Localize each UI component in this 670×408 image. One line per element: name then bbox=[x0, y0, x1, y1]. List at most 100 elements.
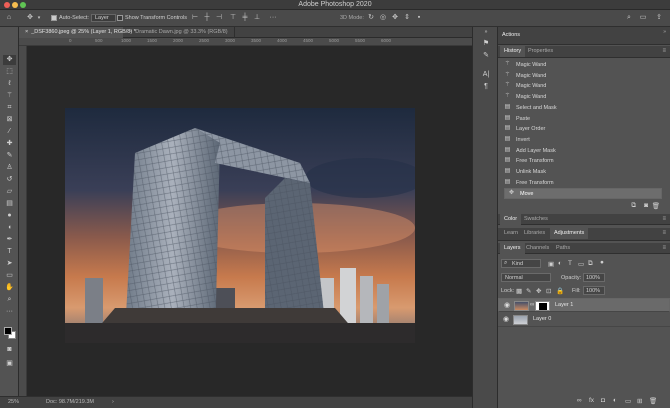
clone-stamp-tool-icon[interactable]: ♙ bbox=[3, 163, 16, 173]
filter-pixel-icon[interactable]: ▣ bbox=[548, 260, 554, 268]
quick-mask-icon[interactable]: ◙ bbox=[3, 345, 16, 355]
history-state[interactable]: ⚚ Magic Wand bbox=[504, 81, 662, 92]
panel-menu-icon[interactable]: ≡ bbox=[662, 216, 666, 222]
layer-thumbnail[interactable] bbox=[514, 301, 529, 311]
brush-settings-icon[interactable]: ✎ bbox=[481, 51, 491, 61]
history-state[interactable]: ▤ Add Layer Mask bbox=[504, 146, 662, 157]
document-image[interactable] bbox=[65, 108, 415, 343]
transform-controls-checkbox[interactable]: Show Transform Controls bbox=[117, 14, 187, 23]
status-menu-chevron-icon[interactable]: › bbox=[112, 399, 114, 405]
history-state[interactable]: ▤ Layer Order bbox=[504, 124, 662, 135]
pen-tool-icon[interactable]: ✒ bbox=[3, 235, 16, 245]
layer-name[interactable]: Layer 0 bbox=[533, 316, 551, 322]
panel-menu-icon[interactable]: ≡ bbox=[662, 230, 666, 236]
lock-transparent-icon[interactable]: ▩ bbox=[516, 287, 522, 295]
add-layer-style-button[interactable]: fx bbox=[589, 397, 594, 404]
rectangle-tool-icon[interactable]: ▭ bbox=[3, 271, 16, 281]
eraser-tool-icon[interactable]: ▱ bbox=[3, 187, 16, 197]
layer-mask-thumbnail[interactable] bbox=[535, 301, 550, 311]
rotate-3d-icon[interactable]: ↻ bbox=[366, 13, 376, 23]
snapshot-icon[interactable]: ◙ bbox=[644, 202, 648, 209]
history-state[interactable]: ▤ Invert bbox=[504, 135, 662, 146]
filter-smart-object-icon[interactable]: ⧉ bbox=[588, 260, 593, 268]
filter-type-icon[interactable]: T bbox=[568, 260, 572, 267]
document-tab[interactable]: × _DSF3860.jpeg @ 25% (Layer 1, RGB/8) * bbox=[19, 27, 136, 38]
auto-select-checkbox[interactable]: Auto-Select: bbox=[51, 14, 89, 23]
document-tab[interactable]: × Dramatic Dawn.jpg @ 33.3% (RGB/8) bbox=[123, 27, 235, 38]
tab-channels[interactable]: Channels bbox=[522, 243, 553, 254]
visibility-eye-icon[interactable]: ◉ bbox=[502, 316, 510, 324]
tab-paths[interactable]: Paths bbox=[552, 243, 574, 254]
panel-menu-icon[interactable]: ≡ bbox=[662, 48, 666, 54]
crop-tool-icon[interactable]: ⌗ bbox=[3, 103, 16, 113]
history-state[interactable]: ▤ Select and Mask bbox=[504, 103, 662, 114]
align-middle-icon[interactable]: ╪ bbox=[240, 13, 250, 23]
history-state[interactable]: ▤ Free Transform bbox=[504, 156, 662, 167]
lock-image-icon[interactable]: ✎ bbox=[526, 287, 531, 295]
more-tools-icon[interactable]: ··· bbox=[3, 307, 16, 317]
delete-layer-icon[interactable]: 🗑 bbox=[649, 397, 657, 405]
add-mask-icon[interactable]: ◘ bbox=[601, 397, 605, 404]
filter-shape-icon[interactable]: ▭ bbox=[578, 260, 584, 268]
delete-state-icon[interactable]: 🗑 bbox=[652, 202, 660, 210]
link-layers-icon[interactable]: ∞ bbox=[577, 397, 582, 404]
fill-input[interactable]: 100% bbox=[583, 286, 605, 295]
more-options-icon[interactable]: ··· bbox=[268, 13, 278, 23]
lock-all-icon[interactable]: 🔒 bbox=[556, 287, 564, 295]
layer-thumbnail[interactable] bbox=[513, 315, 528, 325]
blur-tool-icon[interactable]: ● bbox=[3, 211, 16, 221]
history-state[interactable]: ▤ Unlink Mask bbox=[504, 167, 662, 178]
collapse-chevron-icon[interactable]: » bbox=[663, 29, 666, 35]
align-center-icon[interactable]: ┼ bbox=[202, 13, 212, 23]
zoom-tool-icon[interactable]: ⌕ bbox=[3, 295, 16, 305]
search-icon[interactable]: ⌕ bbox=[624, 13, 634, 23]
history-state[interactable]: ⚚ Magic Wand bbox=[504, 71, 662, 82]
align-left-icon[interactable]: ⊢ bbox=[190, 13, 200, 23]
scale-3d-icon[interactable]: ▪ bbox=[414, 13, 424, 23]
history-panel-icon[interactable]: ⚑ bbox=[481, 39, 491, 49]
link-chain-icon[interactable]: ∞ bbox=[530, 302, 534, 309]
new-document-from-state-icon[interactable]: ⧉ bbox=[631, 202, 636, 210]
drag-3d-icon[interactable]: ✥ bbox=[390, 13, 400, 23]
align-right-icon[interactable]: ⊣ bbox=[214, 13, 224, 23]
canvas-area[interactable] bbox=[27, 46, 472, 396]
layer-row-selected[interactable]: ◉ ∞ Layer 1 bbox=[498, 298, 670, 312]
lasso-tool-icon[interactable]: ℓ bbox=[3, 79, 16, 89]
blend-mode-dropdown[interactable]: Normal bbox=[501, 273, 551, 282]
paragraph-panel-icon[interactable]: ¶ bbox=[481, 83, 491, 93]
dodge-tool-icon[interactable]: ◖ bbox=[3, 223, 16, 233]
history-brush-tool-icon[interactable]: ↺ bbox=[3, 175, 16, 185]
screen-mode-icon[interactable]: ▣ bbox=[3, 359, 16, 369]
new-group-icon[interactable]: ▭ bbox=[625, 397, 631, 405]
path-selection-tool-icon[interactable]: ➤ bbox=[3, 259, 16, 269]
hand-tool-icon[interactable]: ✋ bbox=[3, 283, 16, 293]
frame-tool-icon[interactable]: ⊠ bbox=[3, 115, 16, 125]
home-icon[interactable]: ⌂ bbox=[4, 13, 14, 23]
panel-menu-icon[interactable]: ≡ bbox=[662, 245, 666, 251]
auto-select-dropdown[interactable]: Layer bbox=[91, 14, 116, 23]
tab-layers[interactable]: Layers bbox=[500, 243, 525, 254]
align-top-icon[interactable]: ⊤ bbox=[228, 13, 238, 23]
tab-adjustments[interactable]: Adjustments bbox=[550, 228, 589, 239]
close-tab-icon[interactable]: × bbox=[25, 29, 28, 35]
tab-properties[interactable]: Properties bbox=[524, 46, 557, 57]
eyedropper-tool-icon[interactable]: ⁄ bbox=[3, 127, 16, 137]
tool-preset-chevron-icon[interactable]: ▾ bbox=[34, 13, 44, 23]
layer-name[interactable]: Layer 1 bbox=[555, 302, 573, 309]
history-state[interactable]: ⚚ Magic Wand bbox=[504, 60, 662, 71]
healing-brush-tool-icon[interactable]: ✚ bbox=[3, 139, 16, 149]
move-tool-icon[interactable]: ✥ bbox=[3, 55, 16, 65]
tab-learn[interactable]: Learn bbox=[500, 228, 522, 239]
tab-color[interactable]: Color bbox=[500, 214, 522, 225]
close-tab-icon[interactable]: × bbox=[129, 29, 132, 35]
filter-toggle-icon[interactable]: ● bbox=[600, 259, 604, 266]
lock-artboard-icon[interactable]: ⊡ bbox=[546, 287, 551, 295]
slide-3d-icon[interactable]: ⇕ bbox=[402, 13, 412, 23]
tab-libraries[interactable]: Libraries bbox=[520, 228, 549, 239]
filter-adjustment-icon[interactable]: ◐ bbox=[558, 260, 562, 267]
history-state[interactable]: ▤ Paste bbox=[504, 114, 662, 125]
marquee-tool-icon[interactable]: ⬚ bbox=[3, 67, 16, 77]
collapse-chevron-icon[interactable]: » bbox=[481, 29, 491, 39]
foreground-color-swatch[interactable] bbox=[4, 327, 12, 335]
lock-position-icon[interactable]: ✥ bbox=[536, 287, 541, 295]
